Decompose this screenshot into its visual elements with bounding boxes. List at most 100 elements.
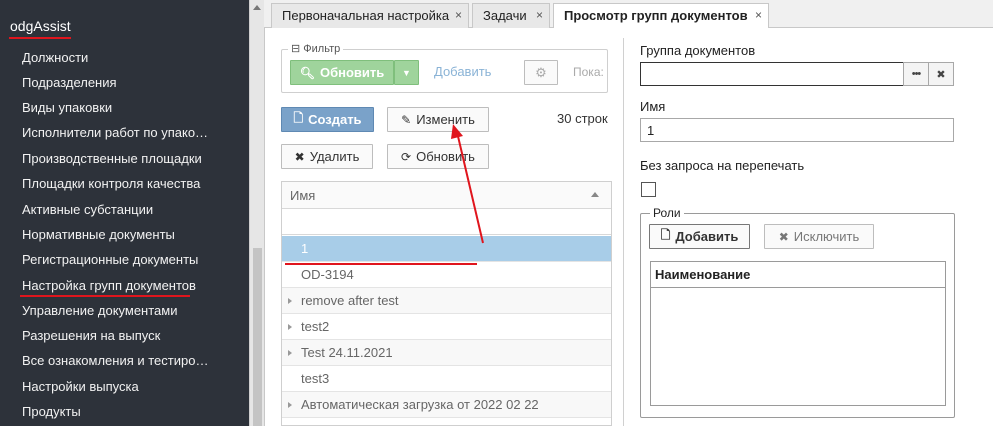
table-row[interactable]: 1 — [282, 236, 611, 262]
sidebar-item-active-substances[interactable]: Активные субстанции — [22, 197, 212, 222]
sidebar-item-registration-docs[interactable]: Регистрационные документы — [22, 247, 212, 272]
create-label: Создать — [308, 112, 362, 127]
roles-add-button[interactable]: 🗋 Добавить — [649, 224, 750, 249]
table-row[interactable]: test2 — [282, 314, 611, 340]
edit-button[interactable]: ✎ Изменить — [387, 107, 489, 132]
roles-exclude-label: Исключить — [793, 229, 860, 244]
annotation-underline-sidebar-item — [20, 295, 190, 297]
annotation-arrow — [451, 124, 484, 244]
sort-ascending-icon[interactable] — [591, 192, 599, 197]
grid-column-name: Имя — [290, 188, 316, 203]
clear-button[interactable]: ✖ — [928, 62, 954, 86]
annotation-underline-title — [9, 37, 71, 39]
sidebar-item-positions[interactable]: Должности — [22, 45, 212, 70]
row-name: test2 — [301, 319, 330, 334]
filter-legend-label: Фильтр — [303, 43, 341, 55]
scrollbar-thumb[interactable] — [253, 248, 262, 426]
sidebar-item-qc-sites[interactable]: Площадки контроля качества — [22, 171, 212, 196]
row-name: Test 24.11.2021 — [301, 345, 393, 360]
sidebar-item-release-permits[interactable]: Разрешения на выпуск — [22, 323, 212, 348]
tab-label: Задачи — [483, 8, 527, 23]
no-reprint-label: Без запроса на перепечать — [640, 158, 805, 173]
annotation-underline-row — [285, 263, 477, 265]
name-input[interactable] — [640, 118, 954, 142]
refresh-label: Обновить — [416, 149, 475, 164]
expand-icon[interactable] — [288, 350, 292, 356]
chevron-down-icon: ▼ — [402, 67, 411, 78]
close-icon[interactable]: × — [455, 4, 462, 27]
filter-settings-button[interactable]: ⚙ — [524, 60, 558, 85]
sidebar-item-package-types[interactable]: Виды упаковки — [22, 95, 212, 120]
sidebar-item-release-settings[interactable]: Настройки выпуска — [22, 374, 212, 399]
refresh-button[interactable]: ⟳ Обновить — [387, 144, 489, 169]
no-reprint-checkbox[interactable] — [641, 182, 656, 197]
sidebar-scrollbar[interactable] — [249, 0, 264, 426]
pencil-icon: ✎ — [401, 112, 412, 127]
table-row[interactable]: test3 — [282, 366, 611, 392]
filter-fieldset: ⊟ Фильтр 🔍︎ Обновить ▼ Добавить ⚙ Пока: — [281, 42, 608, 93]
sidebar-item-normative-docs[interactable]: Нормативные документы — [22, 222, 212, 247]
filter-refresh-dropdown[interactable]: ▼ — [394, 60, 419, 85]
close-icon[interactable]: × — [536, 4, 543, 27]
search-icon: 🔍︎ — [299, 65, 315, 80]
group-label: Группа документов — [640, 43, 756, 58]
filter-refresh-button[interactable]: 🔍︎ Обновить — [290, 60, 394, 85]
roles-grid: Наименование — [650, 261, 946, 406]
filter-legend: ⊟ Фильтр — [288, 42, 344, 55]
gear-icon: ⚙ — [535, 64, 547, 80]
sidebar-item-acknowledgements[interactable]: Все ознакомления и тестиро… — [22, 348, 212, 373]
row-name: remove after test — [301, 293, 399, 308]
document-icon: 🗋 — [660, 228, 671, 242]
row-name: 1 — [301, 241, 309, 256]
browse-button[interactable]: ••• — [903, 62, 929, 86]
document-icon: 🗋 — [293, 111, 304, 125]
tab-tasks[interactable]: Задачи × — [472, 3, 550, 28]
roles-fieldset: Роли 🗋 Добавить ✖ Исключить Наименование — [640, 206, 955, 418]
expand-icon[interactable] — [288, 324, 292, 330]
table-row[interactable]: Автоматическая загрузка от 2022 02 22 — [282, 392, 611, 418]
edit-label: Изменить — [416, 112, 475, 127]
roles-grid-header[interactable]: Наименование — [651, 262, 945, 288]
expand-icon[interactable] — [288, 298, 292, 304]
expand-icon[interactable] — [288, 402, 292, 408]
delete-button[interactable]: ✖ Удалить — [281, 144, 373, 169]
sidebar-item-departments[interactable]: Подразделения — [22, 70, 212, 95]
row-name: Автоматическая загрузка от 2022 02 22 — [301, 397, 539, 412]
grid-column-header[interactable]: Имя — [282, 182, 611, 209]
group-input[interactable] — [640, 62, 904, 86]
filter-add-link[interactable]: Добавить — [434, 64, 491, 79]
sidebar-item-products[interactable]: Продукты — [22, 399, 212, 424]
close-icon[interactable]: × — [755, 4, 762, 27]
tab-initial-setup[interactable]: Первоначальная настройка × — [271, 3, 469, 28]
filter-show-label: Пока: — [573, 65, 604, 79]
table-row[interactable]: OD-3194 — [282, 262, 611, 288]
scroll-up-icon[interactable] — [253, 5, 261, 10]
tab-document-groups[interactable]: Просмотр групп документов × — [553, 3, 769, 29]
document-groups-grid: Имя 1 OD-3194 remove after test test2 Te… — [281, 181, 612, 426]
sidebar: odgAssist Должности Подразделения Виды у… — [0, 0, 249, 426]
name-label: Имя — [640, 99, 666, 114]
create-button[interactable]: 🗋 Создать — [281, 107, 374, 132]
roles-add-label: Добавить — [675, 229, 739, 244]
roles-exclude-button[interactable]: ✖ Исключить — [764, 224, 874, 249]
tab-label: Просмотр групп документов — [564, 8, 748, 23]
rows-count: 30 строк — [557, 111, 608, 126]
refresh-icon: ⟳ — [401, 149, 412, 164]
panel-divider — [623, 38, 624, 426]
table-row[interactable]: Test 24.11.2021 — [282, 340, 611, 366]
sidebar-item-production-sites[interactable]: Производственные площадки — [22, 146, 212, 171]
table-row[interactable]: remove after test — [282, 288, 611, 314]
row-name: OD-3194 — [301, 267, 354, 282]
grid-filter-row[interactable] — [282, 209, 611, 235]
sidebar-item-document-management[interactable]: Управление документами — [22, 298, 212, 323]
close-icon: ✖ — [294, 149, 305, 164]
collapse-icon[interactable]: ⊟ — [291, 43, 300, 55]
sidebar-item-packaging-contractors[interactable]: Исполнители работ по упако… — [22, 120, 212, 145]
roles-legend: Роли — [650, 206, 684, 220]
close-icon: ✖ — [778, 229, 789, 244]
row-name: test3 — [301, 371, 330, 386]
tab-label: Первоначальная настройка — [282, 8, 450, 23]
app-title[interactable]: odgAssist — [10, 18, 71, 34]
main-content: ⊟ Фильтр 🔍︎ Обновить ▼ Добавить ⚙ Пока: … — [264, 28, 993, 426]
tab-bar: Первоначальная настройка × Задачи × Прос… — [264, 0, 993, 29]
